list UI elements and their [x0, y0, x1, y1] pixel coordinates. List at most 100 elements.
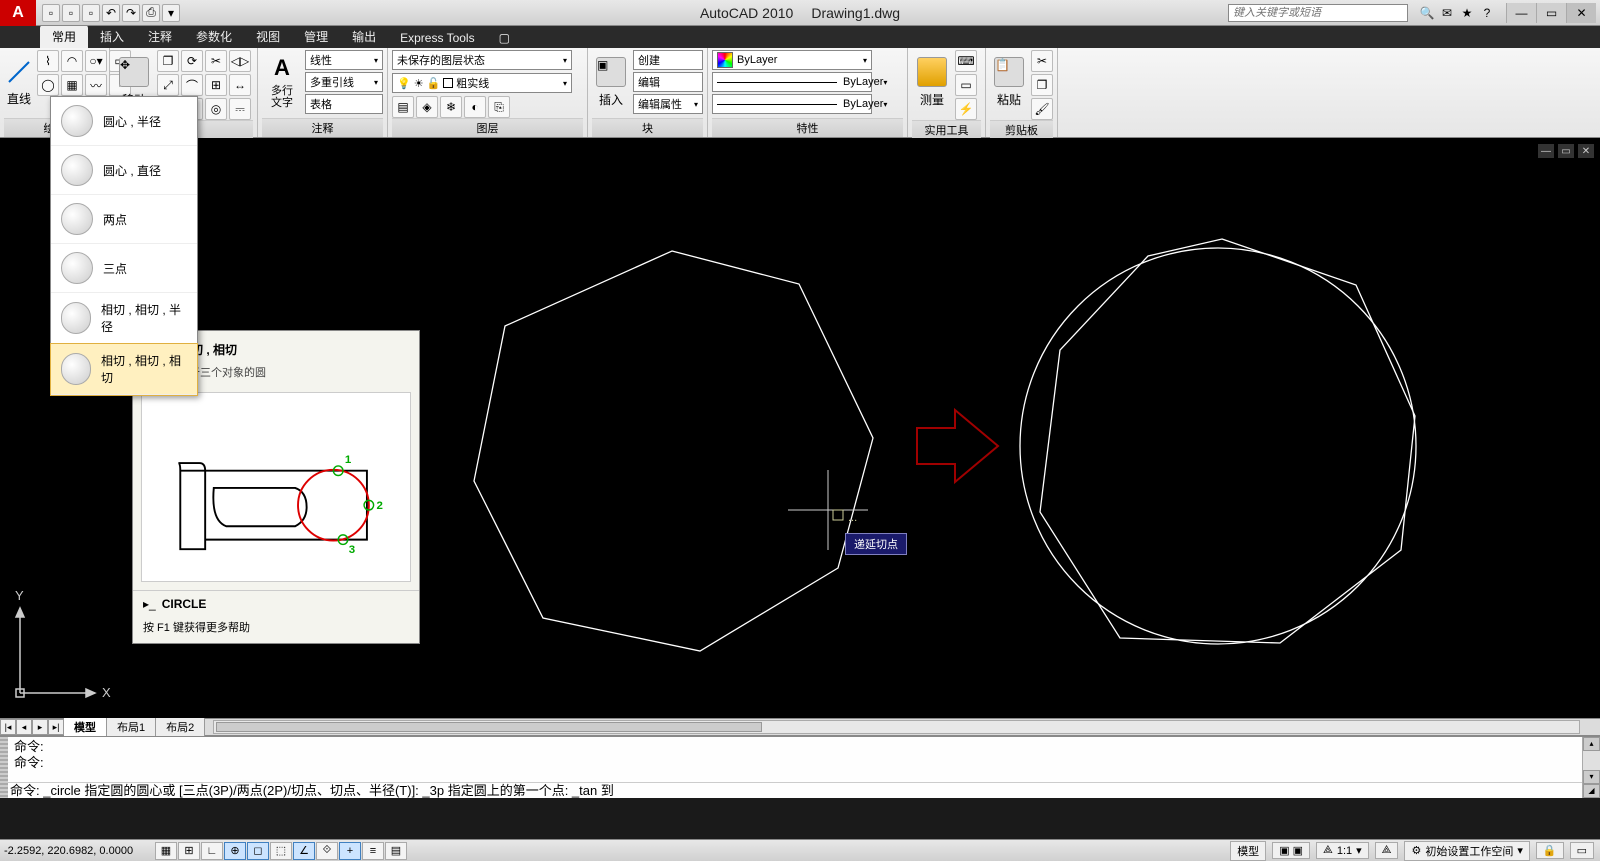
circle-center-radius[interactable]: 圆心 , 半径 [51, 97, 197, 146]
model-paper-toggle[interactable]: 模型 [1230, 841, 1266, 861]
hw-accel-icon[interactable]: ▭ [1570, 842, 1594, 859]
ellipse-icon[interactable]: ◯ [37, 74, 59, 96]
help-icon[interactable]: ? [1478, 4, 1496, 22]
otrack-toggle[interactable]: ∠ [293, 842, 315, 860]
circle-button[interactable]: ○▾ [85, 50, 107, 72]
lineweight-combo[interactable]: ByLayer▾ [712, 72, 872, 92]
comm-center-icon[interactable]: ✉ [1438, 4, 1456, 22]
layer-prop-icon[interactable]: ▤ [392, 96, 414, 118]
calc-icon[interactable]: ⌨ [955, 50, 977, 72]
tab-annotate[interactable]: 注释 [136, 25, 184, 48]
qat-open-icon[interactable]: ▫ [62, 4, 80, 22]
annoscale-display[interactable]: ⟁ 1:1 ▾ [1316, 842, 1369, 859]
measure-button[interactable]: 测量 [912, 50, 952, 114]
line-button[interactable]: 直线 [4, 50, 34, 114]
arc-icon[interactable]: ◠ [61, 50, 83, 72]
tab-extra-icon[interactable]: ▢ [487, 28, 522, 48]
grid-toggle[interactable]: ⊞ [178, 842, 200, 860]
fillet-icon[interactable]: ⌒ [181, 74, 203, 96]
cmd-input-line[interactable]: 命令: _circle 指定圆的圆心或 [三点(3P)/两点(2P)/切点、切点… [0, 782, 1582, 798]
workspace-switcher[interactable]: ⚙ 初始设置工作空间 ▾ [1404, 841, 1529, 861]
qat-new-icon[interactable]: ▫ [42, 4, 60, 22]
tab-manage[interactable]: 管理 [292, 25, 340, 48]
tab-insert[interactable]: 插入 [88, 25, 136, 48]
tab-view[interactable]: 视图 [244, 25, 292, 48]
scroll-up-icon[interactable]: ▴ [1583, 737, 1600, 751]
match-prop-icon[interactable]: 🖌 [1031, 98, 1053, 120]
cut-icon[interactable]: ✂ [1031, 50, 1053, 72]
table-button[interactable]: 表格 [305, 94, 383, 114]
stretch-icon[interactable]: ↔ [229, 74, 251, 96]
viewport-toggle[interactable]: ▣ ▣ [1272, 842, 1310, 859]
scroll-down-icon[interactable]: ▾ [1583, 770, 1600, 784]
circle-ttr[interactable]: 相切 , 相切 , 半径 [51, 293, 197, 344]
mleader-button[interactable]: 多重引线▾ [305, 72, 383, 92]
qat-print-icon[interactable]: ⎙ [142, 4, 160, 22]
ortho-toggle[interactable]: ∟ [201, 842, 223, 860]
qat-redo-icon[interactable]: ↷ [122, 4, 140, 22]
close-button[interactable]: ✕ [1566, 3, 1596, 23]
layer-iso-icon[interactable]: ◈ [416, 96, 438, 118]
trim-icon[interactable]: ✂ [205, 50, 227, 72]
copy-clip-icon[interactable]: ❐ [1031, 74, 1053, 96]
layout-tab-1[interactable]: 布局1 [107, 718, 156, 736]
circle-center-diameter[interactable]: 圆心 , 直径 [51, 146, 197, 195]
pline-icon[interactable]: ⌇ [37, 50, 59, 72]
layer-off-icon[interactable]: ◐ [464, 96, 486, 118]
tab-parametric[interactable]: 参数化 [184, 25, 244, 48]
polar-toggle[interactable]: ⊕ [224, 842, 246, 860]
qat-save-icon[interactable]: ▫ [82, 4, 100, 22]
snap-toggle[interactable]: ▦ [155, 842, 177, 860]
horizontal-scrollbar[interactable] [213, 720, 1580, 734]
linetype-combo[interactable]: ByLayer▾ [712, 94, 872, 114]
doc-close-button[interactable]: ✕ [1578, 144, 1594, 158]
mirror-icon[interactable]: ◁▷ [229, 50, 251, 72]
scroll-corner-icon[interactable]: ◢ [1583, 784, 1600, 798]
select-icon[interactable]: ▭ [955, 74, 977, 96]
copy-icon[interactable]: ❐ [157, 50, 179, 72]
circle-2point[interactable]: 两点 [51, 195, 197, 244]
layout-tab-2[interactable]: 布局2 [156, 718, 205, 736]
star-icon[interactable]: ★ [1458, 4, 1476, 22]
paste-button[interactable]: 📋 粘贴 [990, 50, 1028, 114]
circle-3point[interactable]: 三点 [51, 244, 197, 293]
qp-toggle[interactable]: ▤ [385, 842, 407, 860]
scale-icon[interactable]: ⤢ [157, 74, 179, 96]
ducs-toggle[interactable]: ⟐ [316, 842, 338, 860]
maximize-button[interactable]: ▭ [1536, 3, 1566, 23]
array-icon[interactable]: ⊞ [205, 74, 227, 96]
3dosnap-toggle[interactable]: ⬚ [270, 842, 292, 860]
layer-freeze-icon[interactable]: ❄ [440, 96, 462, 118]
mtext-button[interactable]: A 多行 文字 [262, 50, 302, 114]
doc-minimize-button[interactable]: — [1538, 144, 1554, 158]
layer-match-icon[interactable]: ⎘ [488, 96, 510, 118]
block-edit-button[interactable]: 编辑 [633, 72, 703, 92]
circle-ttt[interactable]: 相切 , 相切 , 相切 [51, 344, 197, 395]
layout-prev-button[interactable]: ◂ [16, 719, 32, 735]
coordinates-display[interactable]: -2.2592, 220.6982, 0.0000 [0, 845, 155, 857]
join-icon[interactable]: ⎓ [229, 98, 251, 120]
dyn-toggle[interactable]: + [339, 842, 361, 860]
layout-next-button[interactable]: ▸ [32, 719, 48, 735]
color-combo[interactable]: ByLayer▾ [712, 50, 872, 70]
lwt-toggle[interactable]: ≡ [362, 842, 384, 860]
annovis-toggle[interactable]: ⟁ [1375, 842, 1399, 859]
offset-icon[interactable]: ◎ [205, 98, 227, 120]
toolbar-lock-icon[interactable]: 🔒 [1536, 842, 1564, 859]
insert-block-button[interactable]: ▣ 插入 [592, 50, 630, 114]
layout-tab-model[interactable]: 模型 [64, 718, 107, 736]
tab-home[interactable]: 常用 [40, 25, 88, 48]
tab-output[interactable]: 输出 [340, 25, 388, 48]
layout-first-button[interactable]: |◂ [0, 719, 16, 735]
quick-icon[interactable]: ⚡ [955, 98, 977, 120]
search-input[interactable] [1228, 4, 1408, 22]
spline-icon[interactable]: 〰 [85, 74, 107, 96]
block-attedit-button[interactable]: 编辑属性▾ [633, 94, 703, 114]
layer-state-combo[interactable]: 未保存的图层状态▾ [392, 50, 572, 70]
current-layer-combo[interactable]: 💡 ☀ 🔓 粗实线 ▾ [392, 73, 572, 93]
scrollbar-thumb[interactable] [216, 722, 762, 732]
tab-express[interactable]: Express Tools [388, 28, 486, 48]
dim-linear-button[interactable]: 线性▾ [305, 50, 383, 70]
rotate-icon[interactable]: ⟳ [181, 50, 203, 72]
doc-restore-button[interactable]: ▭ [1558, 144, 1574, 158]
